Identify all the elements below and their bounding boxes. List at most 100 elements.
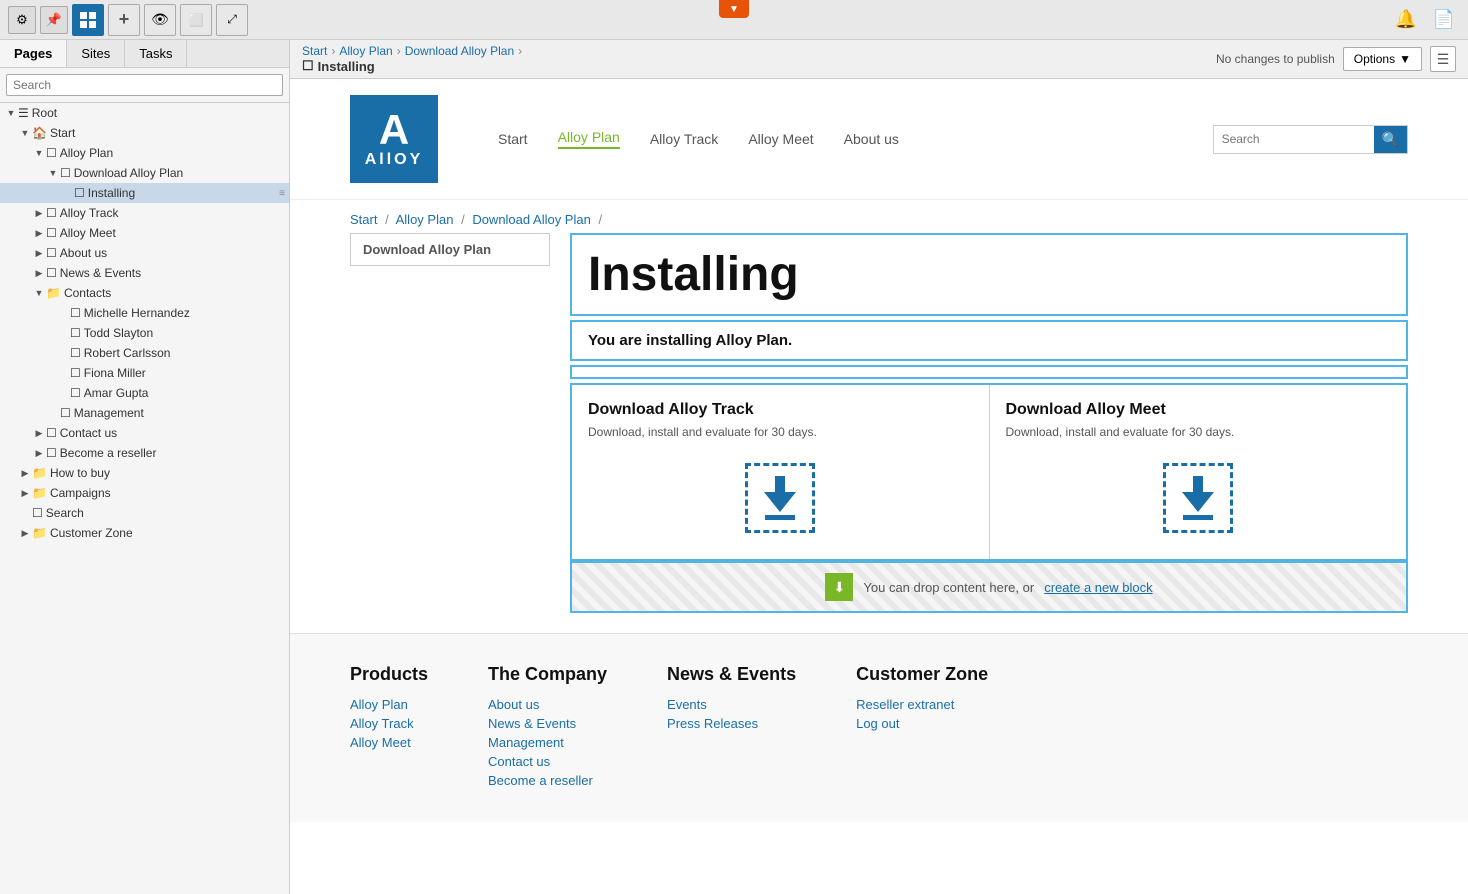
page-breadcrumb-download[interactable]: Download Alloy Plan: [472, 212, 591, 227]
download-icon-meet[interactable]: [1163, 463, 1233, 533]
expand-button[interactable]: ⤢: [216, 4, 248, 36]
tree-item-alloy-meet[interactable]: ▶ ☐ Alloy Meet: [0, 223, 289, 243]
page-sidebar: Download Alloy Plan: [350, 233, 550, 613]
footer-link[interactable]: Events: [667, 697, 796, 712]
tree-label: Become a reseller: [60, 446, 285, 460]
tree-item-robert[interactable]: ☐ Robert Carlsson: [0, 343, 289, 363]
tree-label: News & Events: [60, 266, 285, 280]
tree-item-actions[interactable]: ≡: [279, 188, 285, 199]
publish-status: No changes to publish: [1216, 52, 1335, 66]
footer-link[interactable]: News & Events: [488, 716, 607, 731]
subtitle-block[interactable]: You are installing Alloy Plan.: [570, 320, 1408, 361]
add-button[interactable]: +: [108, 4, 140, 36]
nav-start[interactable]: Start: [498, 131, 528, 147]
nav-alloy-meet[interactable]: Alloy Meet: [748, 131, 813, 147]
tree-item-how-to-buy[interactable]: ▶ 📁 How to buy: [0, 463, 289, 483]
sidebar-search-container: [0, 68, 289, 103]
alloy-search-button[interactable]: 🔍: [1374, 126, 1407, 153]
breadcrumb-alloy-plan[interactable]: Alloy Plan: [339, 44, 392, 58]
page-tree: ▼ ☰ Root ▼ 🏠 Start ▼ ☐ Alloy Plan ▼ ☐ Do…: [0, 103, 289, 894]
tree-item-download-alloy-plan[interactable]: ▼ ☐ Download Alloy Plan: [0, 163, 289, 183]
alloy-search-input[interactable]: [1214, 128, 1374, 150]
breadcrumb-start[interactable]: Start: [302, 44, 327, 58]
gear-button[interactable]: ⚙: [8, 6, 36, 34]
footer-link[interactable]: Contact us: [488, 754, 607, 769]
layout-button[interactable]: ⬜: [180, 4, 212, 36]
nav-alloy-plan[interactable]: Alloy Plan: [558, 129, 620, 149]
tree-label: Alloy Track: [60, 206, 285, 220]
page-subtitle: You are installing Alloy Plan.: [588, 332, 1390, 349]
page-breadcrumb: Start / Alloy Plan / Download Alloy Plan…: [290, 200, 1468, 233]
tree-item-start[interactable]: ▼ 🏠 Start: [0, 123, 289, 143]
tree-item-reseller[interactable]: ▶ ☐ Become a reseller: [0, 443, 289, 463]
footer-link[interactable]: Management: [488, 735, 607, 750]
preview-button[interactable]: 👁: [144, 4, 176, 36]
card-desc: Download, install and evaluate for 30 da…: [588, 425, 973, 439]
tree-item-management[interactable]: ☐ Management: [0, 403, 289, 423]
tree-item-installing[interactable]: ☐ Installing ≡: [0, 183, 289, 203]
tab-pages[interactable]: Pages: [0, 40, 67, 67]
empty-block[interactable]: [570, 365, 1408, 379]
footer-col-news: News & Events Events Press Releases: [667, 664, 796, 792]
tree-item-about-us[interactable]: ▶ ☐ About us: [0, 243, 289, 263]
tree-item-michelle[interactable]: ☐ Michelle Hernandez: [0, 303, 289, 323]
tree-label: Robert Carlsson: [84, 346, 285, 360]
footer-link[interactable]: Alloy Track: [350, 716, 428, 731]
footer-link[interactable]: Press Releases: [667, 716, 796, 731]
folder-icon: 📁: [32, 486, 47, 500]
toggle-icon: [56, 306, 70, 320]
tree-label: Contact us: [60, 426, 285, 440]
tree-item-customer-zone[interactable]: ▶ 📁 Customer Zone: [0, 523, 289, 543]
title-block[interactable]: Installing: [570, 233, 1408, 316]
nav-alloy-track[interactable]: Alloy Track: [650, 131, 718, 147]
tree-item-campaigns[interactable]: ▶ 📁 Campaigns: [0, 483, 289, 503]
footer-link[interactable]: Log out: [856, 716, 988, 731]
pin-button[interactable]: 📌: [40, 6, 68, 34]
footer-link[interactable]: About us: [488, 697, 607, 712]
download-card-track[interactable]: Download Alloy Track Download, install a…: [572, 385, 990, 559]
tree-label: Start: [50, 126, 285, 140]
tree-item-contacts[interactable]: ▼ 📁 Contacts: [0, 283, 289, 303]
tree-item-news-events[interactable]: ▶ ☐ News & Events: [0, 263, 289, 283]
tree-item-todd[interactable]: ☐ Todd Slayton: [0, 323, 289, 343]
create-block-link[interactable]: create a new block: [1044, 580, 1152, 595]
tree-item-search[interactable]: ☐ Search: [0, 503, 289, 523]
tree-item-contact-us[interactable]: ▶ ☐ Contact us: [0, 423, 289, 443]
list-view-button[interactable]: ☰: [1430, 46, 1456, 72]
breadcrumb-right: No changes to publish Options ▼ ☰: [1216, 46, 1456, 72]
breadcrumb-download[interactable]: Download Alloy Plan: [405, 44, 514, 58]
footer-link[interactable]: Alloy Plan: [350, 697, 428, 712]
sidebar-download-link[interactable]: Download Alloy Plan: [350, 233, 550, 266]
download-icon-track[interactable]: [745, 463, 815, 533]
toggle-icon: ▼: [4, 106, 18, 120]
tree-item-root[interactable]: ▼ ☰ Root: [0, 103, 289, 123]
footer-link[interactable]: Reseller extranet: [856, 697, 988, 712]
tab-sites[interactable]: Sites: [67, 40, 125, 67]
page-breadcrumb-start[interactable]: Start: [350, 212, 377, 227]
sidebar-search-input[interactable]: [6, 74, 283, 96]
download-card-meet[interactable]: Download Alloy Meet Download, install an…: [990, 385, 1407, 559]
footer-link[interactable]: Become a reseller: [488, 773, 607, 788]
cms-logo-button[interactable]: [72, 4, 104, 36]
page-breadcrumb-alloy-plan[interactable]: Alloy Plan: [396, 212, 454, 227]
card-title: Download Alloy Meet: [1006, 401, 1391, 419]
tree-item-amar[interactable]: ☐ Amar Gupta: [0, 383, 289, 403]
tab-tasks[interactable]: Tasks: [125, 40, 187, 67]
page-icon: ☐: [70, 366, 81, 380]
pages-button[interactable]: 📄: [1428, 4, 1460, 36]
current-page-title: Installing: [318, 59, 375, 74]
tree-label: Installing: [88, 186, 279, 200]
footer-col-company: The Company About us News & Events Manag…: [488, 664, 607, 792]
tree-item-fiona[interactable]: ☐ Fiona Miller: [0, 363, 289, 383]
collapse-btn[interactable]: ▼: [719, 0, 749, 18]
notification-button[interactable]: 🔔: [1390, 4, 1422, 36]
drop-zone[interactable]: ⬇ You can drop content here, or create a…: [570, 561, 1408, 613]
nav-about-us[interactable]: About us: [844, 131, 899, 147]
footer-link[interactable]: Alloy Meet: [350, 735, 428, 750]
home-icon: 🏠: [32, 126, 47, 140]
tree-item-alloy-track[interactable]: ▶ ☐ Alloy Track: [0, 203, 289, 223]
download-icon-wrapper: [588, 453, 973, 543]
options-button[interactable]: Options ▼: [1343, 47, 1422, 71]
tree-item-alloy-plan[interactable]: ▼ ☐ Alloy Plan: [0, 143, 289, 163]
sidebar: Pages Sites Tasks ▼ ☰ Root ▼ 🏠 Start ▼: [0, 40, 290, 894]
